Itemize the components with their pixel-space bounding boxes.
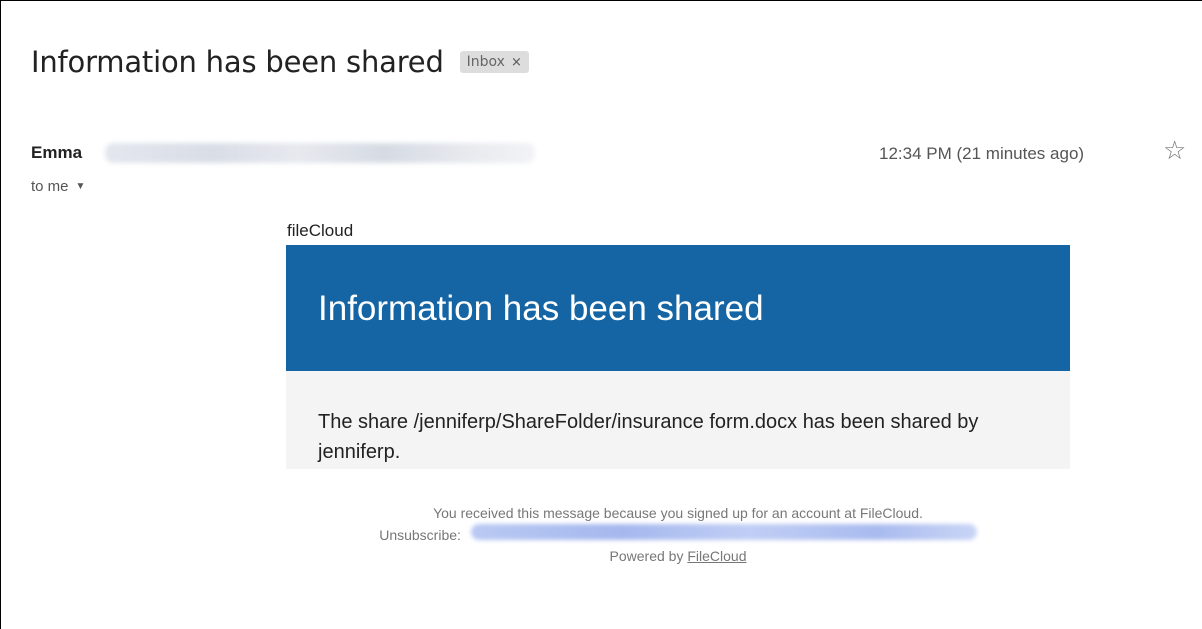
email-timestamp: 12:34 PM (21 minutes ago) xyxy=(879,144,1085,163)
footer-reason: You received this message because you si… xyxy=(433,505,923,521)
powered-by-prefix: Powered by xyxy=(609,548,688,564)
brand-name: fileCloud xyxy=(287,221,354,240)
sender-email-redacted xyxy=(105,143,535,163)
remove-label-icon[interactable]: × xyxy=(511,55,522,70)
powered-by-line: Powered by FileCloud xyxy=(286,546,1070,567)
recipient-details-toggle[interactable]: to me ▼ xyxy=(31,178,85,195)
message-body-text: The share /jenniferp/ShareFolder/insuran… xyxy=(318,411,979,463)
banner-title: Information has been shared xyxy=(318,289,764,328)
sender-row: Emma 12:34 PM (21 minutes ago) ☆ xyxy=(31,137,1193,167)
email-subject: Information has been shared xyxy=(31,45,444,79)
inbox-label-chip[interactable]: Inbox × xyxy=(459,51,529,73)
filecloud-link[interactable]: FileCloud xyxy=(687,548,746,564)
email-header: Information has been shared Inbox × xyxy=(31,45,529,79)
message-banner: Information has been shared xyxy=(286,245,1070,371)
unsubscribe-line: Unsubscribe: xyxy=(286,524,1070,546)
inbox-label-text: Inbox xyxy=(466,54,505,70)
sender-name[interactable]: Emma xyxy=(31,143,82,163)
recipient-text: to me xyxy=(31,178,69,195)
email-view: Information has been shared Inbox × Emma… xyxy=(0,0,1202,629)
unsubscribe-link-redacted[interactable] xyxy=(470,524,977,540)
chevron-down-icon: ▼ xyxy=(75,181,86,192)
unsubscribe-label: Unsubscribe: xyxy=(379,527,461,543)
star-icon[interactable]: ☆ xyxy=(1163,137,1186,163)
message-body: The share /jenniferp/ShareFolder/insuran… xyxy=(286,371,1070,469)
message-footer: You received this message because you si… xyxy=(286,503,1070,567)
